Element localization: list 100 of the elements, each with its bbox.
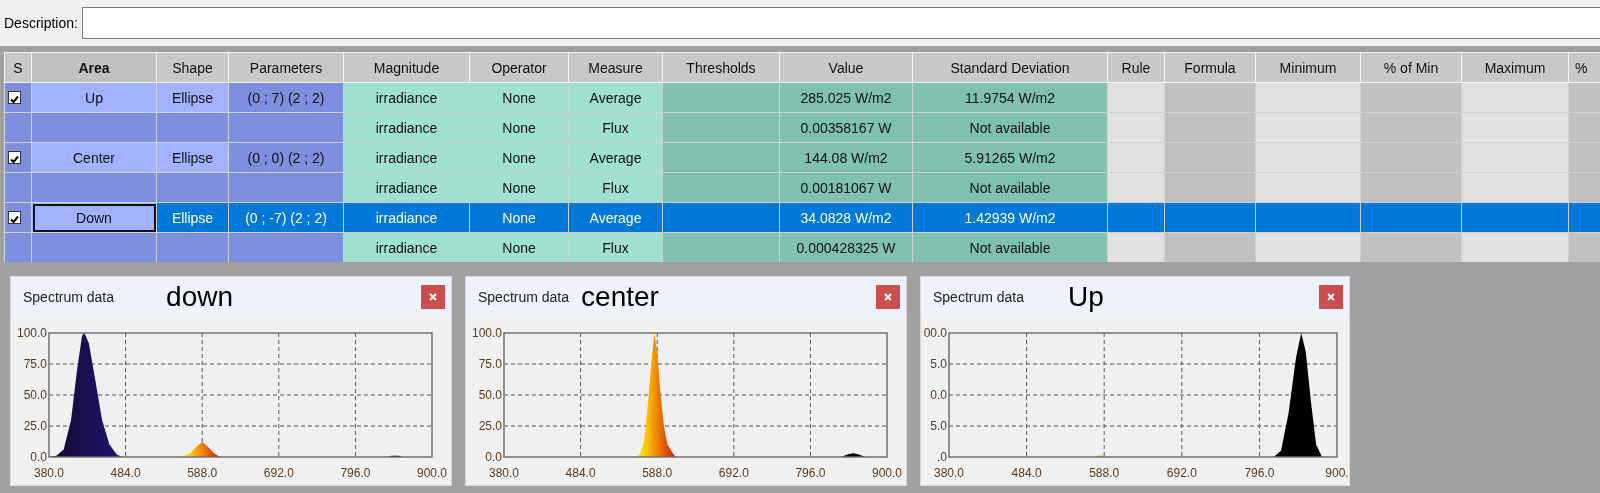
tick-label: 75.0: [23, 357, 47, 371]
table-cell: [1107, 232, 1165, 262]
tick-label: .0: [937, 450, 947, 464]
annotation-label: center: [581, 281, 659, 313]
table-cell: 0.00181067 W: [779, 172, 913, 203]
table-cell: (0 ; 7) (2 ; 2): [228, 82, 344, 113]
column-header[interactable]: Magnitude: [343, 52, 470, 83]
column-header[interactable]: % of Min: [1360, 52, 1462, 83]
column-header[interactable]: S: [4, 52, 32, 83]
table-cell: irradiance: [343, 82, 470, 113]
table-cell: [1107, 112, 1165, 143]
column-header[interactable]: Measure: [568, 52, 663, 83]
tick-label: 25.0: [478, 419, 502, 433]
column-header[interactable]: Standard Deviation: [912, 52, 1108, 83]
table-cell: irradiance: [343, 172, 470, 203]
table-cell: irradiance: [343, 112, 470, 143]
tick-label: 0.0: [485, 450, 502, 464]
table-cell: irradiance: [343, 202, 470, 233]
close-button[interactable]: [876, 285, 900, 309]
column-header[interactable]: Parameters: [228, 52, 344, 83]
table-cell: None: [469, 142, 569, 173]
tick-label: 0.0: [30, 450, 47, 464]
tick-label: 75.0: [478, 357, 502, 371]
table-cell: Average: [568, 82, 663, 113]
table-row[interactable]: irradiance None Flux 0.00181067 W Not available: [4, 172, 1600, 203]
checkbox[interactable]: [8, 91, 21, 104]
table-cell: Not available: [912, 172, 1108, 203]
tick-label: 900.0: [872, 466, 902, 480]
tick-label: 0.0: [930, 388, 947, 402]
column-header[interactable]: Rule: [1107, 52, 1165, 83]
tick-label: 900.: [1325, 466, 1349, 480]
table-cell: 1.42939 W/m2: [912, 202, 1108, 233]
table-cell: [4, 232, 32, 262]
tick-label: 796.0: [795, 466, 826, 480]
column-header[interactable]: Value: [779, 52, 913, 83]
tick-label: 00.0: [923, 326, 947, 340]
column-header[interactable]: Formula: [1164, 52, 1256, 83]
column-header[interactable]: Thresholds: [662, 52, 780, 83]
table-cell: irradiance: [343, 232, 470, 262]
tick-label: 50.0: [478, 388, 502, 402]
column-header[interactable]: Maximum: [1461, 52, 1569, 83]
table-cell: [1107, 172, 1165, 203]
table-cell: None: [469, 82, 569, 113]
table-cell: 5.91265 W/m2: [912, 142, 1108, 173]
table-row[interactable]: Up Ellipse (0 ; 7) (2 ; 2) irradiance None Average 285.025 W/m2 11.9754 W/m2: [4, 82, 1600, 113]
table-cell: Ellipse: [156, 82, 229, 113]
column-header[interactable]: Area: [31, 52, 157, 83]
tick-label: 588.0: [1089, 466, 1120, 480]
tick-label: 25.0: [23, 419, 47, 433]
column-header[interactable]: Shape: [156, 52, 229, 83]
table-cell: 285.025 W/m2: [779, 82, 913, 113]
table-cell: Not available: [912, 112, 1108, 143]
table-cell: None: [469, 172, 569, 203]
column-header[interactable]: Minimum: [1255, 52, 1361, 83]
table-row[interactable]: Down Ellipse (0 ; -7) (2 ; 2) irradiance None Average 34.0828 W/m2 1.42939 W/m2: [4, 202, 1600, 233]
table-row[interactable]: irradiance None Flux 0.00358167 W Not available: [4, 112, 1600, 143]
table-cell: Ellipse: [156, 142, 229, 173]
table-row[interactable]: Center Ellipse (0 ; 0) (2 ; 2) irradiance None Average 144.08 W/m2 5.91265 W/m2: [4, 142, 1600, 173]
table-cell: [1107, 142, 1165, 173]
table-cell: Flux: [568, 172, 663, 203]
description-label: Description:: [4, 15, 78, 31]
panel-title: Spectrum data: [933, 289, 1025, 305]
table-cell: [1107, 82, 1165, 113]
tick-label: 380.0: [934, 466, 964, 480]
tick-label: 484.0: [110, 466, 141, 480]
tick-label: 796.0: [340, 466, 371, 480]
description-field[interactable]: [81, 7, 1600, 39]
table-cell: Flux: [568, 232, 663, 262]
tick-label: 588.0: [187, 466, 218, 480]
close-icon: [884, 293, 892, 301]
tick-label: 796.0: [1244, 466, 1275, 480]
checkbox[interactable]: [8, 151, 21, 164]
table-cell: Up: [31, 82, 157, 113]
column-header[interactable]: %: [1568, 52, 1600, 83]
table-cell: [4, 112, 32, 143]
table-cell: irradiance: [343, 142, 470, 173]
table-row[interactable]: irradiance None Flux 0.000428325 W Not available: [4, 232, 1600, 262]
close-button[interactable]: [421, 285, 445, 309]
annotation-label: down: [166, 281, 233, 313]
panel-title: Spectrum data: [478, 289, 570, 305]
table-cell: None: [469, 112, 569, 143]
table-cell: None: [469, 202, 569, 233]
table-cell: Not available: [912, 232, 1108, 262]
table-cell: (0 ; 0) (2 ; 2): [228, 142, 344, 173]
tick-label: 5.0: [930, 419, 947, 433]
tick-label: 380.0: [489, 466, 519, 480]
table-cell: None: [469, 232, 569, 262]
column-header[interactable]: Operator: [469, 52, 569, 83]
table-cell: Flux: [568, 112, 663, 143]
tick-label: 692.0: [1166, 466, 1197, 480]
close-icon: [429, 293, 437, 301]
tick-label: 484.0: [1011, 466, 1042, 480]
close-icon: [1327, 293, 1335, 301]
checkbox[interactable]: [8, 211, 21, 224]
close-button[interactable]: [1319, 285, 1343, 309]
tick-label: 100.0: [471, 326, 502, 340]
annotation-label: Up: [1068, 281, 1104, 313]
table-cell: [1107, 202, 1165, 233]
tick-label: 50.0: [23, 388, 47, 402]
tick-label: 692.0: [263, 466, 294, 480]
